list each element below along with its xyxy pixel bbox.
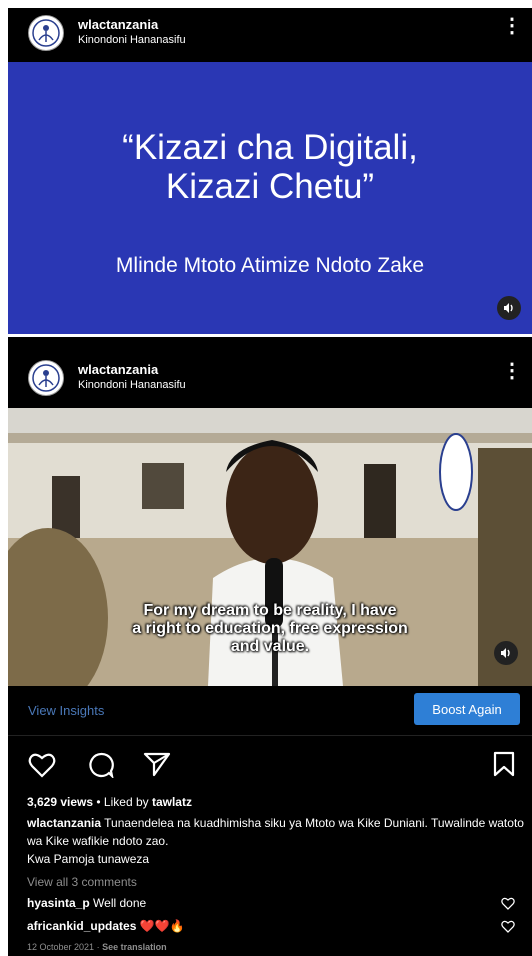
post-media-slide[interactable]: “Kizazi cha Digitali, Kizazi Chetu” Mlin… [8, 62, 532, 334]
post-media-video[interactable]: For my dream to be reality, I have a rig… [8, 408, 532, 686]
logo-icon [32, 19, 60, 47]
comment-username[interactable]: hyasinta_p [27, 896, 90, 910]
post-date-line: 12 October 2021 · See translation [27, 942, 167, 952]
more-options-icon[interactable]: ⋮ [502, 16, 522, 36]
location[interactable]: Kinondoni Hananasifu [78, 379, 186, 391]
comment-username[interactable]: africankid_updates [27, 919, 136, 933]
comment-like-heart-icon[interactable] [501, 897, 515, 910]
views-liked-line: 3,629 views • Liked by tawlatz [27, 795, 192, 809]
liked-by-user[interactable]: tawlatz [152, 795, 192, 809]
caption-line2: Kwa Pamoja tunaweza [27, 852, 150, 866]
slide-tagline: Mlinde Mtoto Atimize Ndoto Zake [115, 254, 425, 277]
location[interactable]: Kinondoni Hananasifu [78, 34, 186, 46]
slide-quote: “Kizazi cha Digitali, Kizazi Chetu” [8, 128, 532, 206]
boost-again-button[interactable]: Boost Again [414, 693, 520, 725]
view-count[interactable]: 3,629 views [27, 795, 93, 809]
caption-username[interactable]: wlactanzania [27, 816, 101, 830]
comment-item: africankid_updates ❤️❤️🔥 [27, 919, 185, 933]
comment-icon[interactable] [87, 752, 115, 778]
share-icon[interactable] [143, 751, 171, 777]
liked-by-prefix: • Liked by [93, 795, 152, 809]
logo-icon [32, 364, 60, 392]
post-header: wlactanzania Kinondoni Hananasifu ⋮ [8, 353, 532, 403]
post-caption: wlactanzania Tunaendelea na kuadhimisha … [27, 814, 525, 868]
username[interactable]: wlactanzania [78, 17, 158, 32]
slide-quote-line1: “Kizazi cha Digitali, [122, 128, 418, 167]
speaker-icon[interactable] [497, 296, 521, 320]
video-caption: For my dream to be reality, I have a rig… [8, 602, 532, 656]
post-header: wlactanzania Kinondoni Hananasifu ⋮ [8, 8, 532, 58]
video-caption-line1: For my dream to be reality, I have [143, 602, 397, 619]
more-options-icon[interactable]: ⋮ [502, 361, 522, 381]
username[interactable]: wlactanzania [78, 362, 158, 377]
speaker-glyph [501, 648, 510, 658]
post-bottom: wlactanzania Kinondoni Hananasifu ⋮ For … [8, 337, 532, 956]
bookmark-icon[interactable] [493, 751, 515, 777]
heart-icon[interactable] [28, 752, 56, 778]
divider [8, 735, 532, 736]
comment-item: hyasinta_p Well done [27, 896, 146, 910]
post-top: wlactanzania Kinondoni Hananasifu ⋮ “Kiz… [8, 8, 532, 334]
avatar[interactable] [28, 360, 64, 396]
speaker-icon[interactable] [494, 641, 518, 665]
speaker-glyph [504, 303, 513, 313]
comment-text: ❤️❤️🔥 [136, 919, 185, 933]
slide-quote-line2: Kizazi Chetu” [165, 167, 375, 206]
post-date: 12 October 2021 [27, 942, 95, 952]
avatar[interactable] [28, 15, 64, 51]
see-translation-link[interactable]: See translation [102, 942, 167, 952]
comment-text: Well done [89, 896, 147, 910]
view-insights-link[interactable]: View Insights [28, 703, 104, 718]
comment-like-heart-icon[interactable] [501, 920, 515, 933]
video-caption-line2: a right to education, free expression [132, 620, 408, 637]
caption-text: Tunaendelea na kuadhimisha siku ya Mtoto… [27, 816, 524, 848]
view-all-comments-link[interactable]: View all 3 comments [27, 875, 137, 889]
video-caption-line3: and value. [230, 638, 310, 655]
